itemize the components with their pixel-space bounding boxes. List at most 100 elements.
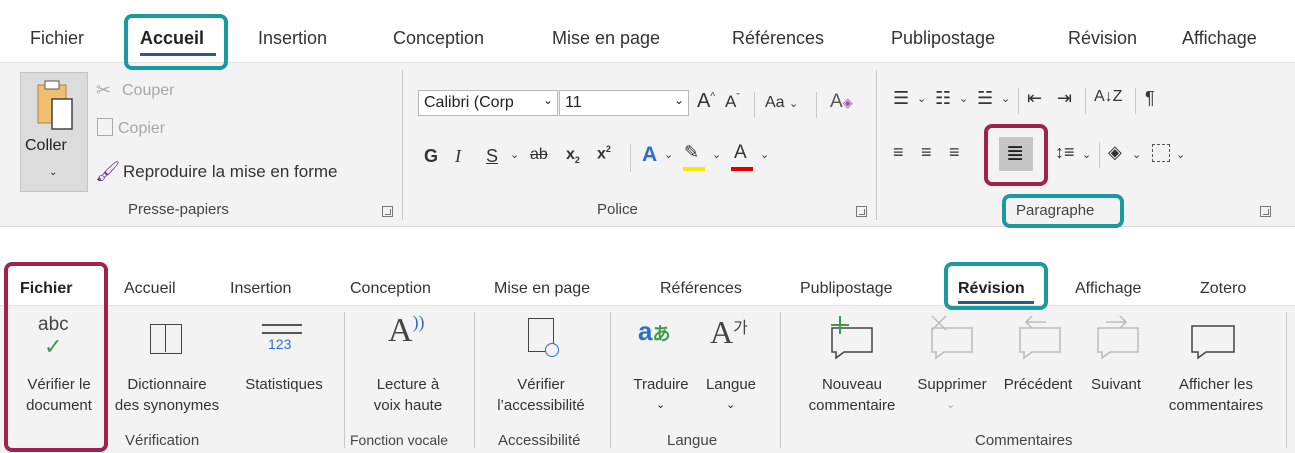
dialog-launcher-icon[interactable] xyxy=(382,206,393,217)
superscript-icon[interactable]: x2 xyxy=(597,144,611,163)
tab-fichier[interactable]: Fichier xyxy=(30,28,84,49)
dialog-launcher-icon[interactable] xyxy=(1260,206,1271,217)
highlighter-icon[interactable]: ✎ xyxy=(684,142,699,163)
text-effects-icon[interactable]: A xyxy=(642,143,657,167)
paste-button[interactable]: Coller ⌄ xyxy=(20,72,88,192)
numbering-icon[interactable]: ☷ xyxy=(935,88,951,109)
chevron-down-icon[interactable]: ⌄ xyxy=(664,148,673,161)
next-comment-button[interactable]: Suivant xyxy=(1080,312,1152,424)
strikethrough-button[interactable]: ab xyxy=(530,146,548,164)
show-marks-button[interactable]: ¶ xyxy=(1145,88,1155,109)
chevron-down-icon: ⌄ xyxy=(656,399,666,411)
previous-comment-label: Précédent xyxy=(1003,376,1073,393)
cut-button[interactable]: Couper xyxy=(122,82,174,100)
tab-publipostage[interactable]: Publipostage xyxy=(800,280,893,298)
group-divider xyxy=(610,312,611,448)
chevron-down-icon[interactable]: ⌄ xyxy=(1001,92,1010,105)
divider xyxy=(1099,142,1100,168)
clipboard-paste-icon xyxy=(37,80,73,130)
group-label-accessibility: Accessibilité xyxy=(498,432,581,449)
format-painter-button[interactable]: Reproduire la mise en forme xyxy=(123,162,337,182)
tab-insertion[interactable]: Insertion xyxy=(230,280,291,298)
language-button[interactable]: A가 Langue ⌄ xyxy=(696,312,766,424)
highlight-justify xyxy=(984,124,1048,186)
font-name-dropdown[interactable]: Calibri (Corp ⌄ xyxy=(418,90,558,116)
tab-zotero[interactable]: Zotero xyxy=(1200,280,1246,298)
translate-button[interactable]: aあ Traduire ⌄ xyxy=(626,312,696,424)
divider xyxy=(630,144,631,172)
clear-formatting-icon[interactable]: A◈ xyxy=(830,91,853,113)
read-aloud-button[interactable]: A)) Lecture à voix haute xyxy=(348,312,468,424)
tab-affichage[interactable]: Affichage xyxy=(1075,280,1141,298)
grow-font-icon[interactable]: A^ xyxy=(697,90,715,113)
sort-button[interactable]: A↓Z xyxy=(1094,88,1122,106)
chevron-down-icon: ⌄ xyxy=(946,399,956,411)
tab-conception[interactable]: Conception xyxy=(393,28,484,49)
new-comment-button[interactable]: Nouveau commentaire xyxy=(796,312,908,424)
bullets-icon[interactable]: ☰ xyxy=(893,88,909,109)
group-divider xyxy=(780,312,781,448)
shrink-font-icon[interactable]: Aˇ xyxy=(725,92,740,112)
dialog-launcher-icon[interactable] xyxy=(856,206,867,217)
scissors-icon: ✂ xyxy=(96,80,112,100)
chevron-down-icon: ⌄ xyxy=(789,98,799,110)
group-divider xyxy=(876,70,877,220)
language-icon: A가 xyxy=(710,314,748,350)
tab-accueil[interactable]: Accueil xyxy=(124,280,176,298)
line-spacing-icon[interactable]: ↕≡ xyxy=(1055,142,1075,163)
underline-button[interactable]: S xyxy=(486,146,498,167)
tab-publipostage[interactable]: Publipostage xyxy=(891,28,995,49)
tab-insertion[interactable]: Insertion xyxy=(258,28,327,49)
chevron-down-icon[interactable]: ⌄ xyxy=(1176,148,1185,161)
accessibility-check-button[interactable]: Vérifier l’accessibilité xyxy=(478,312,604,424)
change-case-label: Aa xyxy=(765,94,785,111)
font-color-bar xyxy=(731,167,753,171)
group-divider xyxy=(474,312,475,448)
tab-conception[interactable]: Conception xyxy=(350,280,431,298)
previous-comment-button[interactable]: Précédent xyxy=(996,312,1080,424)
decrease-indent-icon[interactable]: ⇤ xyxy=(1027,88,1042,109)
chevron-down-icon[interactable]: ⌄ xyxy=(760,148,769,161)
divider xyxy=(1135,88,1136,114)
increase-indent-icon[interactable]: ⇥ xyxy=(1057,88,1072,109)
chevron-down-icon[interactable]: ⌄ xyxy=(959,92,968,105)
group-divider xyxy=(402,70,403,220)
borders-icon[interactable] xyxy=(1152,144,1170,162)
bold-button[interactable]: G xyxy=(424,146,438,167)
word-count-button[interactable]: 123 Statistiques xyxy=(232,312,336,424)
change-case-button[interactable]: Aa ⌄ xyxy=(765,94,798,112)
font-color-icon[interactable]: A xyxy=(734,142,747,164)
delete-comment-button[interactable]: Supprimer ⌄ xyxy=(908,312,996,424)
subscript-icon[interactable]: x2 xyxy=(566,146,580,165)
tab-references[interactable]: Références xyxy=(660,280,742,298)
tab-mise-en-page[interactable]: Mise en page xyxy=(552,28,660,49)
divider xyxy=(816,92,817,118)
italic-button[interactable]: I xyxy=(455,146,461,167)
tab-revision[interactable]: Révision xyxy=(1068,28,1137,49)
show-comments-button[interactable]: Afficher les commentaires xyxy=(1158,312,1274,424)
shading-icon[interactable]: ◈ xyxy=(1108,142,1122,163)
chevron-down-icon[interactable]: ⌄ xyxy=(1132,148,1141,161)
highlight-accueil xyxy=(124,14,228,70)
thesaurus-button[interactable]: Dictionnaire des synonymes xyxy=(104,312,230,424)
word-count-label: Statistiques xyxy=(245,376,323,393)
tab-mise-en-page[interactable]: Mise en page xyxy=(494,280,590,298)
copy-icon xyxy=(97,118,113,136)
chevron-down-icon[interactable]: ⌄ xyxy=(1082,148,1091,161)
align-right-icon[interactable]: ≡ xyxy=(949,142,960,163)
multilevel-list-icon[interactable]: ☱ xyxy=(977,88,993,109)
tab-affichage[interactable]: Affichage xyxy=(1182,28,1257,49)
word-count-icon xyxy=(262,324,302,326)
copy-button[interactable]: Copier xyxy=(118,120,165,138)
paste-label: Coller xyxy=(25,137,67,154)
chevron-down-icon[interactable]: ⌄ xyxy=(917,92,926,105)
tab-references[interactable]: Références xyxy=(732,28,824,49)
align-left-icon[interactable]: ≡ xyxy=(893,142,904,163)
word-count-icon-line xyxy=(262,332,302,334)
group-label-clipboard: Presse-papiers xyxy=(128,201,229,218)
align-center-icon[interactable]: ≡ xyxy=(921,142,932,163)
chevron-down-icon[interactable]: ⌄ xyxy=(510,148,519,161)
chevron-down-icon[interactable]: ⌄ xyxy=(49,167,57,178)
font-size-dropdown[interactable]: 11 ⌄ xyxy=(559,90,689,116)
chevron-down-icon[interactable]: ⌄ xyxy=(712,148,721,161)
